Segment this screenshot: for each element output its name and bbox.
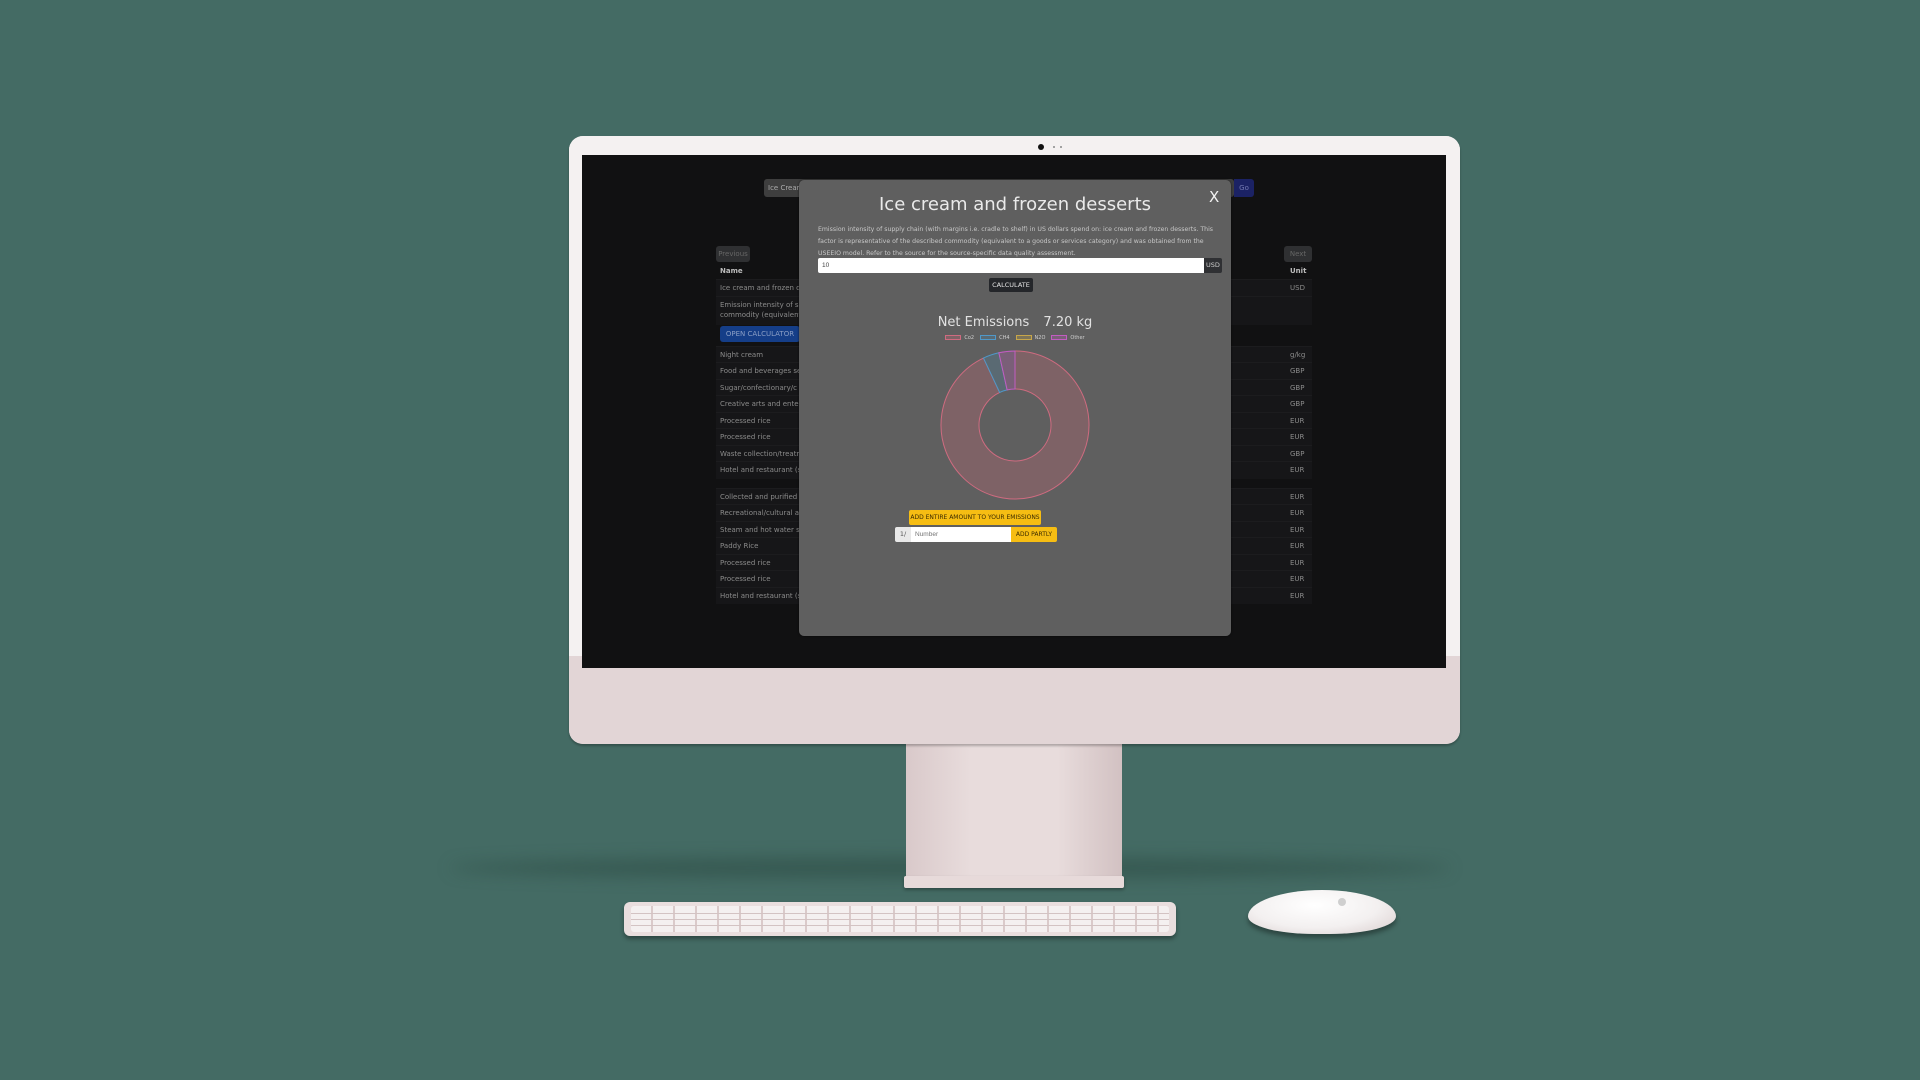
legend-label: Co2	[964, 335, 975, 341]
legend-swatch	[1051, 335, 1068, 340]
legend-swatch	[1015, 335, 1032, 340]
monitor-stand-foot	[904, 876, 1124, 888]
legend-item[interactable]: N2O	[1015, 335, 1046, 341]
emissions-donut-chart	[940, 350, 1090, 500]
add-partly-button[interactable]: ADD PARTLY	[1011, 527, 1057, 542]
keyboard-row-divider	[631, 913, 1169, 914]
camera-sensor-icon	[1053, 146, 1055, 148]
screen: Ice Cream Go Previous Next Name Unit Ice…	[582, 155, 1446, 668]
amount-input[interactable]	[818, 258, 1204, 273]
legend-label: Other	[1070, 335, 1085, 341]
mouse	[1248, 890, 1396, 934]
net-emissions-value: 7.20 kg	[1043, 315, 1093, 330]
camera-sensor-icon	[1060, 146, 1062, 148]
calculator-modal: Ice cream and frozen desserts X Emission…	[799, 180, 1231, 636]
legend-swatch	[945, 335, 962, 340]
legend-label: N2O	[1034, 335, 1046, 341]
monitor-stand	[906, 744, 1122, 880]
chart-legend: Co2 CH4 N2O Other	[799, 335, 1231, 341]
legend-item[interactable]: CH4	[980, 335, 1010, 341]
legend-item[interactable]: Other	[1051, 335, 1085, 341]
partial-amount-group: 1/ ADD PARTLY	[895, 527, 1057, 542]
partial-prefix: 1/	[895, 527, 911, 542]
modal-description: Emission intensity of supply chain (with…	[818, 226, 1214, 257]
net-emissions-label: Net Emissions	[937, 315, 1030, 330]
calculate-button[interactable]: CALCULATE	[989, 278, 1033, 292]
keyboard-row-divider	[631, 919, 1169, 920]
camera-icon	[1038, 144, 1044, 150]
legend-item[interactable]: Co2	[945, 335, 974, 341]
net-emissions: Net Emissions 7.20 kg	[799, 315, 1231, 330]
apple-logo-icon	[1338, 898, 1346, 906]
monitor-chin	[569, 656, 1460, 744]
keyboard-row-divider	[631, 925, 1169, 926]
currency-label: USD	[1204, 258, 1222, 273]
modal-title: Ice cream and frozen desserts	[878, 194, 1152, 215]
add-entire-amount-button[interactable]: ADD ENTIRE AMOUNT TO YOUR EMISSIONS	[909, 510, 1041, 525]
partial-number-input[interactable]	[911, 527, 1011, 542]
close-button[interactable]: X	[1209, 188, 1219, 206]
legend-swatch	[980, 335, 997, 340]
legend-label: CH4	[999, 335, 1010, 341]
